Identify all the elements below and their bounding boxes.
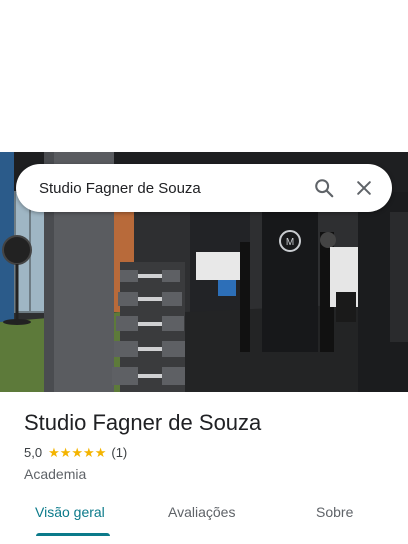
active-tab-indicator (36, 533, 110, 536)
place-info-panel: Studio Fagner de Souza 5,0 ★ ★ ★ ★ ★ (1)… (0, 392, 408, 544)
rating-value: 5,0 (24, 445, 43, 460)
review-count[interactable]: (1) (111, 445, 127, 460)
star-icon: ★ (59, 445, 72, 460)
place-title: Studio Fagner de Souza (24, 410, 262, 435)
place-category: Academia (24, 466, 87, 482)
star-icon: ★ (48, 445, 60, 460)
tab-overview[interactable]: Visão geral (35, 504, 105, 520)
close-icon[interactable] (352, 176, 376, 200)
svg-text:M: M (286, 237, 294, 248)
search-icon[interactable] (312, 176, 336, 200)
tab-about[interactable]: Sobre (316, 504, 353, 520)
star-icon: ★ (83, 445, 95, 460)
search-input[interactable]: Studio Fagner de Souza (39, 180, 312, 197)
star-icon: ★ (94, 445, 107, 460)
search-bar[interactable]: Studio Fagner de Souza (16, 164, 392, 212)
star-rating: ★ ★ ★ ★ ★ (48, 446, 106, 459)
rating-row[interactable]: 5,0 ★ ★ ★ ★ ★ (1) (24, 445, 127, 460)
star-icon: ★ (71, 445, 84, 460)
tab-bar: Visão geral Avaliações Sobre (0, 496, 408, 544)
map-area-blank (0, 0, 408, 152)
tab-reviews[interactable]: Avaliações (168, 504, 235, 520)
